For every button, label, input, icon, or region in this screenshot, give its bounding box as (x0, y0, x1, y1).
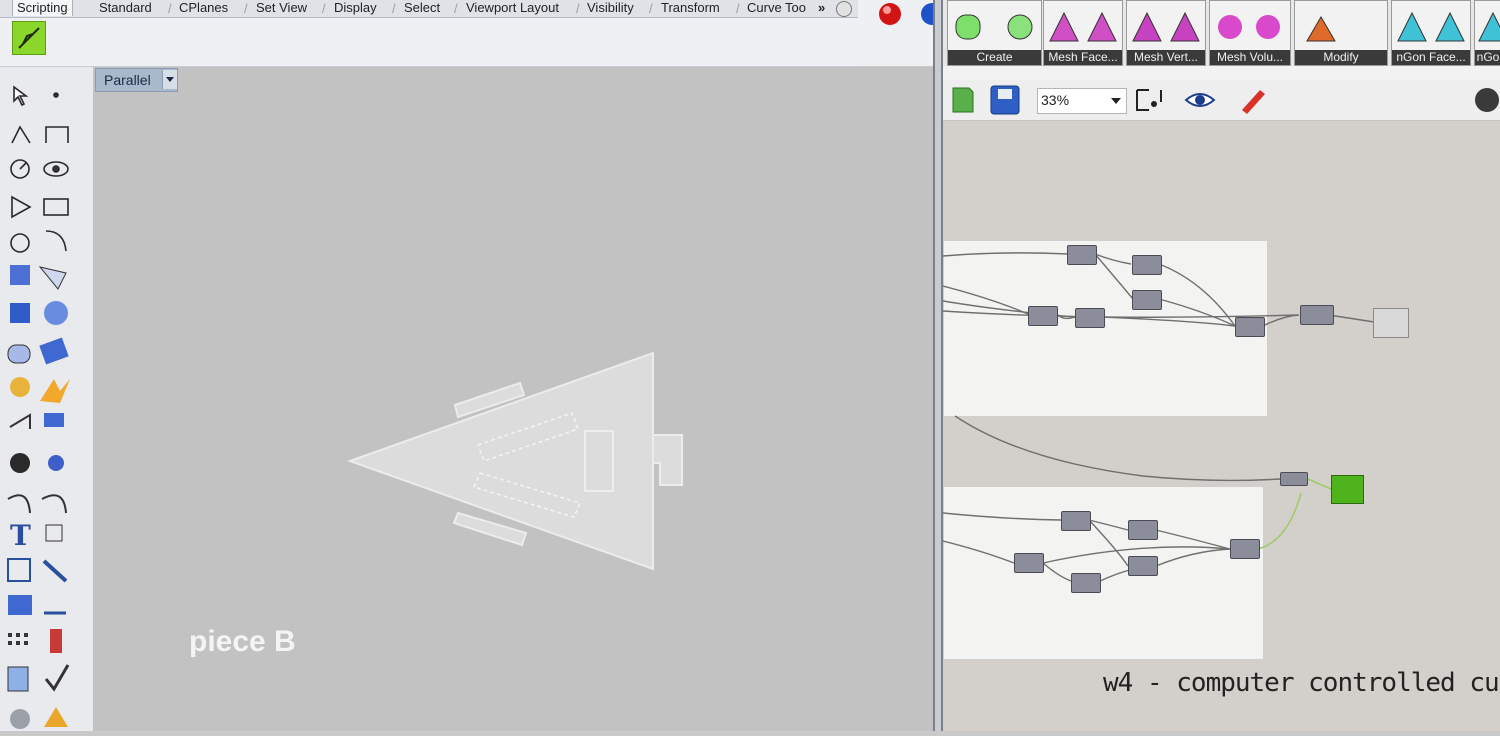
gh-component[interactable] (1014, 553, 1044, 573)
ngon-face-icons (1397, 11, 1465, 42)
tab-separator: / (649, 1, 653, 16)
rhino-tab-bar: Scripting Standard / CPlanes / Set View … (0, 0, 858, 18)
script-editor-icon[interactable] (12, 21, 46, 55)
ribbon-group-mesh-face[interactable]: Mesh Face... (1043, 0, 1123, 66)
grasshopper-ribbon: Create Mesh Face... Mesh Vert... Mesh Vo… (943, 0, 1500, 66)
save-file-label-area (998, 89, 1012, 99)
ribbon-group-create[interactable]: Create (947, 0, 1042, 66)
tab-set-view[interactable]: Set View (256, 0, 307, 16)
tab-separator: / (392, 1, 396, 16)
ribbon-group-ngon-overflow[interactable]: nGo (1474, 0, 1500, 66)
sidebar-tool-icons: T (7, 85, 70, 729)
ribbon-group-mesh-volu[interactable]: Mesh Volu... (1209, 0, 1291, 66)
script-editor-icon-glyph (18, 27, 40, 49)
tab-separator: / (576, 1, 580, 16)
tab-curve-tools[interactable]: Curve Too (747, 0, 806, 16)
tab-separator: / (168, 1, 172, 16)
divider-highlight (935, 0, 941, 731)
tab-separator: / (736, 1, 740, 16)
gh-component[interactable] (1128, 556, 1158, 576)
mesh-face-icons (1049, 11, 1117, 42)
gh-component[interactable] (1132, 255, 1162, 275)
gh-boolean-toggle[interactable] (1331, 475, 1364, 504)
tab-select[interactable]: Select (404, 0, 440, 16)
gh-component[interactable] (1128, 520, 1158, 540)
gh-component[interactable] (1071, 573, 1101, 593)
tab-transform[interactable]: Transform (661, 0, 720, 16)
zoom-extents-icon[interactable] (1136, 89, 1162, 111)
zoom-extents-dot (1151, 101, 1157, 107)
tab-display[interactable]: Display (334, 0, 377, 16)
gh-component[interactable] (1061, 511, 1091, 531)
tab-cplanes[interactable]: CPlanes (179, 0, 228, 16)
tab-standard[interactable]: Standard (99, 0, 152, 16)
tab-separator: / (244, 1, 248, 16)
viewport-menu-arrow-icon[interactable] (162, 70, 177, 89)
ribbon-label-mesh-vert: Mesh Vert... (1127, 50, 1205, 65)
ribbon-group-mesh-vert[interactable]: Mesh Vert... (1126, 0, 1206, 66)
render-spheres-icon[interactable] (858, 0, 943, 66)
settings-icon[interactable] (836, 1, 852, 17)
tab-scripting[interactable]: Scripting (12, 0, 73, 16)
gh-component[interactable] (1067, 245, 1097, 265)
window-divider[interactable] (933, 0, 943, 731)
grasshopper-canvas[interactable] (943, 121, 1500, 731)
open-file-icon[interactable] (952, 87, 974, 113)
tab-right (652, 434, 683, 486)
chevron-down-icon (166, 77, 174, 82)
ribbon-group-ngon-face[interactable]: nGon Face... (1391, 0, 1471, 66)
ribbon-label-ngon-face: nGon Face... (1392, 50, 1470, 65)
tab-visibility[interactable]: Visibility (587, 0, 634, 16)
svg-text:T: T (10, 519, 31, 552)
rhino-sidebar-toolbar: T (0, 67, 93, 731)
grasshopper-canvas-toolbar (943, 80, 1500, 121)
gh-component-small[interactable] (1280, 472, 1308, 486)
gh-component[interactable] (1075, 308, 1105, 328)
chevron-down-icon (1111, 98, 1121, 104)
piece-b-outline (347, 351, 683, 571)
gh-component[interactable] (1230, 539, 1260, 559)
rhino-render-band (858, 0, 943, 66)
viewport-title: Parallel (104, 72, 151, 88)
wires (943, 252, 1375, 582)
ribbon-label-ngon-overflow: nGo (1475, 50, 1500, 65)
display-mode-icon[interactable] (1475, 88, 1499, 112)
piece-label: piece B (189, 625, 296, 658)
gh-component[interactable] (1235, 317, 1265, 337)
rhino-toolstrip (0, 18, 858, 67)
sketch-pen-icon[interactable] (1242, 90, 1265, 114)
gh-component[interactable] (1028, 306, 1058, 326)
gh-component[interactable] (1300, 305, 1334, 325)
ribbon-label-mesh-face: Mesh Face... (1044, 50, 1122, 65)
ribbon-label-mesh-volu: Mesh Volu... (1210, 50, 1290, 65)
grasshopper-spacer (943, 66, 1500, 80)
mesh-volu-icons (1218, 15, 1280, 39)
ribbon-group-modify[interactable]: Modify (1294, 0, 1388, 66)
caption-text: w4 - computer controlled cutting (1103, 668, 1500, 698)
ngon-overflow-icons (1478, 11, 1500, 42)
zoom-value: 33% (1041, 92, 1070, 108)
ribbon-label-modify: Modify (1295, 50, 1387, 65)
tab-separator: / (322, 1, 326, 16)
gh-component[interactable] (1132, 290, 1162, 310)
eye-pupil (1195, 95, 1205, 105)
modify-icons (1306, 16, 1336, 42)
canvas-toolbar-icons (952, 85, 1499, 115)
tab-separator: / (454, 1, 458, 16)
tab-viewport-layout[interactable]: Viewport Layout (466, 0, 559, 16)
ribbon-label-create: Create (948, 50, 1041, 65)
mesh-vert-icons (1132, 11, 1200, 42)
tab-overflow-icon[interactable]: » (818, 0, 825, 16)
gh-panel-output[interactable] (1373, 308, 1409, 338)
create-icons (955, 14, 1033, 40)
